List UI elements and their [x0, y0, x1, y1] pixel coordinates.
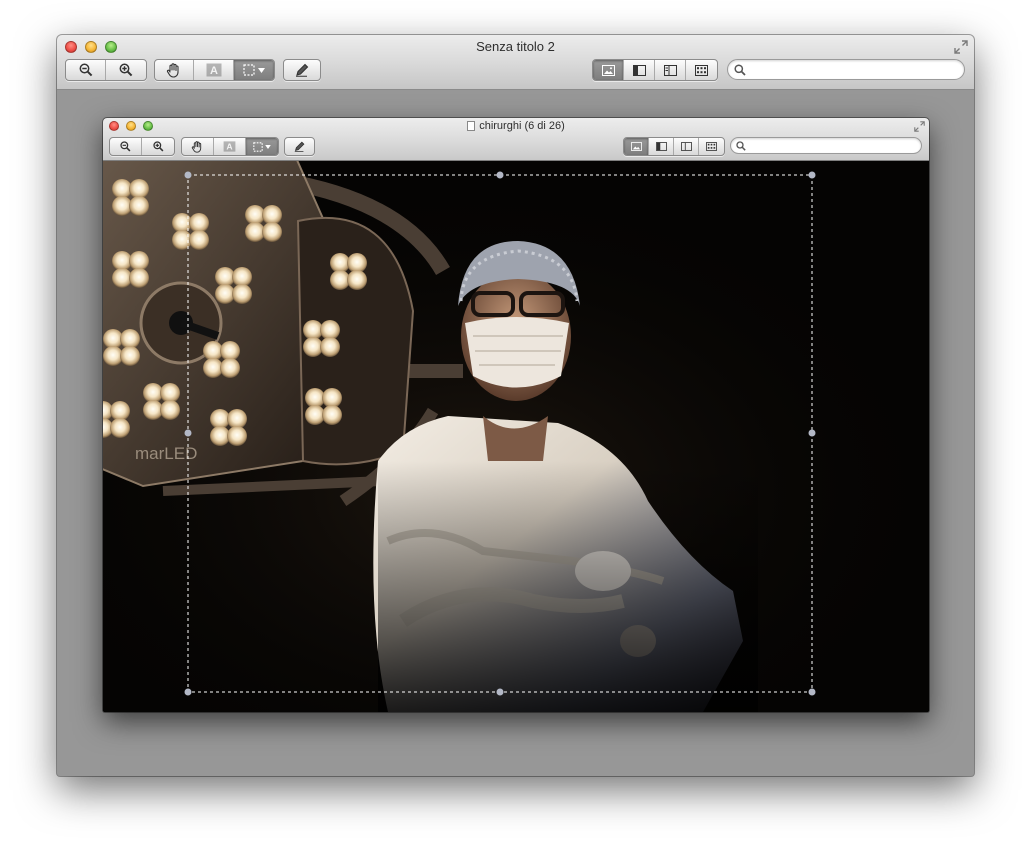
- zoom-out-icon: [120, 141, 131, 152]
- content-only-icon: [630, 142, 642, 151]
- pencil-icon: [296, 63, 309, 77]
- show-edit-toolbar-button[interactable]: [284, 60, 320, 80]
- search-icon: [736, 140, 746, 151]
- doc-search-field[interactable]: [730, 137, 922, 154]
- text-select-icon: A: [206, 63, 221, 77]
- svg-text:A: A: [226, 142, 232, 152]
- hand-icon: [166, 62, 179, 78]
- doc-fullscreen-icon[interactable]: [914, 121, 925, 132]
- document-titlebar[interactable]: chirurghi (6 di 26) A: [103, 118, 929, 161]
- photo-canvas[interactable]: marLED: [103, 161, 929, 712]
- view-sidebar-button[interactable]: [624, 60, 655, 80]
- doc-view-sidebar-button[interactable]: [649, 138, 674, 155]
- sidebar-right-icon: [680, 142, 692, 151]
- chevron-down-icon: [258, 67, 265, 73]
- selection-handle[interactable]: [808, 429, 816, 437]
- selection-handle[interactable]: [808, 171, 816, 179]
- search-field[interactable]: [727, 59, 965, 80]
- text-tool-button[interactable]: A: [194, 60, 234, 80]
- window-title: Senza titolo 2: [476, 39, 555, 54]
- hand-icon: [191, 140, 202, 153]
- selection-handle[interactable]: [496, 688, 504, 696]
- selection-handle[interactable]: [184, 688, 192, 696]
- fullscreen-icon[interactable]: [954, 40, 968, 54]
- selection-handle[interactable]: [184, 429, 192, 437]
- selection-tool-button[interactable]: [234, 60, 274, 80]
- doc-view-contact-sheet-button[interactable]: [699, 138, 724, 155]
- document-window: chirurghi (6 di 26) A marLED: [103, 118, 929, 712]
- search-input[interactable]: [746, 61, 964, 78]
- zoom-in-icon: [119, 63, 133, 77]
- doc-text-tool-button[interactable]: A: [214, 138, 246, 155]
- doc-edit-group: [284, 137, 315, 156]
- zoom-in-icon: [152, 141, 163, 152]
- doc-view-mode-group: [623, 137, 725, 156]
- search-icon: [734, 63, 746, 76]
- sidebar-right-icon: [663, 64, 677, 76]
- thumbnails-grid-icon: [695, 64, 708, 76]
- doc-tool-group: A: [181, 137, 279, 156]
- view-content-only-button[interactable]: [593, 60, 624, 80]
- doc-view-content-only-button[interactable]: [624, 138, 649, 155]
- zoom-in-button[interactable]: [106, 60, 146, 80]
- zoom-out-button[interactable]: [66, 60, 106, 80]
- doc-search-input[interactable]: [746, 139, 921, 152]
- selection-handle[interactable]: [808, 688, 816, 696]
- tool-group: A: [154, 59, 275, 81]
- view-table-of-contents-button[interactable]: [655, 60, 686, 80]
- view-mode-group: [592, 59, 718, 81]
- rect-selection-icon: [243, 64, 255, 76]
- selection-handle[interactable]: [184, 171, 192, 179]
- chevron-down-icon: [265, 144, 271, 149]
- rect-selection-icon: [253, 141, 263, 152]
- doc-view-toc-button[interactable]: [674, 138, 699, 155]
- move-tool-button[interactable]: [155, 60, 194, 80]
- content-only-icon: [601, 64, 615, 76]
- doc-zoom-out-button[interactable]: [110, 138, 142, 155]
- thumbnails-grid-icon: [706, 142, 717, 151]
- document-title-wrap: chirurghi (6 di 26): [103, 120, 929, 132]
- window-titlebar[interactable]: Senza titolo 2 A: [57, 35, 974, 90]
- view-contact-sheet-button[interactable]: [686, 60, 717, 80]
- doc-selection-tool-button[interactable]: [246, 138, 278, 155]
- text-select-icon: A: [223, 141, 236, 152]
- edit-group: [283, 59, 321, 81]
- sidebar-left-icon: [632, 64, 646, 76]
- zoom-group: [65, 59, 147, 81]
- doc-zoom-in-button[interactable]: [142, 138, 174, 155]
- doc-show-edit-toolbar-button[interactable]: [285, 138, 314, 155]
- document-title: chirurghi (6 di 26): [479, 120, 565, 132]
- pencil-icon: [294, 141, 305, 152]
- selection-handle[interactable]: [496, 171, 504, 179]
- svg-text:A: A: [210, 65, 218, 77]
- zoom-out-icon: [79, 63, 92, 77]
- document-icon: [467, 121, 476, 131]
- doc-zoom-group: [109, 137, 175, 156]
- doc-move-tool-button[interactable]: [182, 138, 214, 155]
- sidebar-left-icon: [655, 142, 667, 151]
